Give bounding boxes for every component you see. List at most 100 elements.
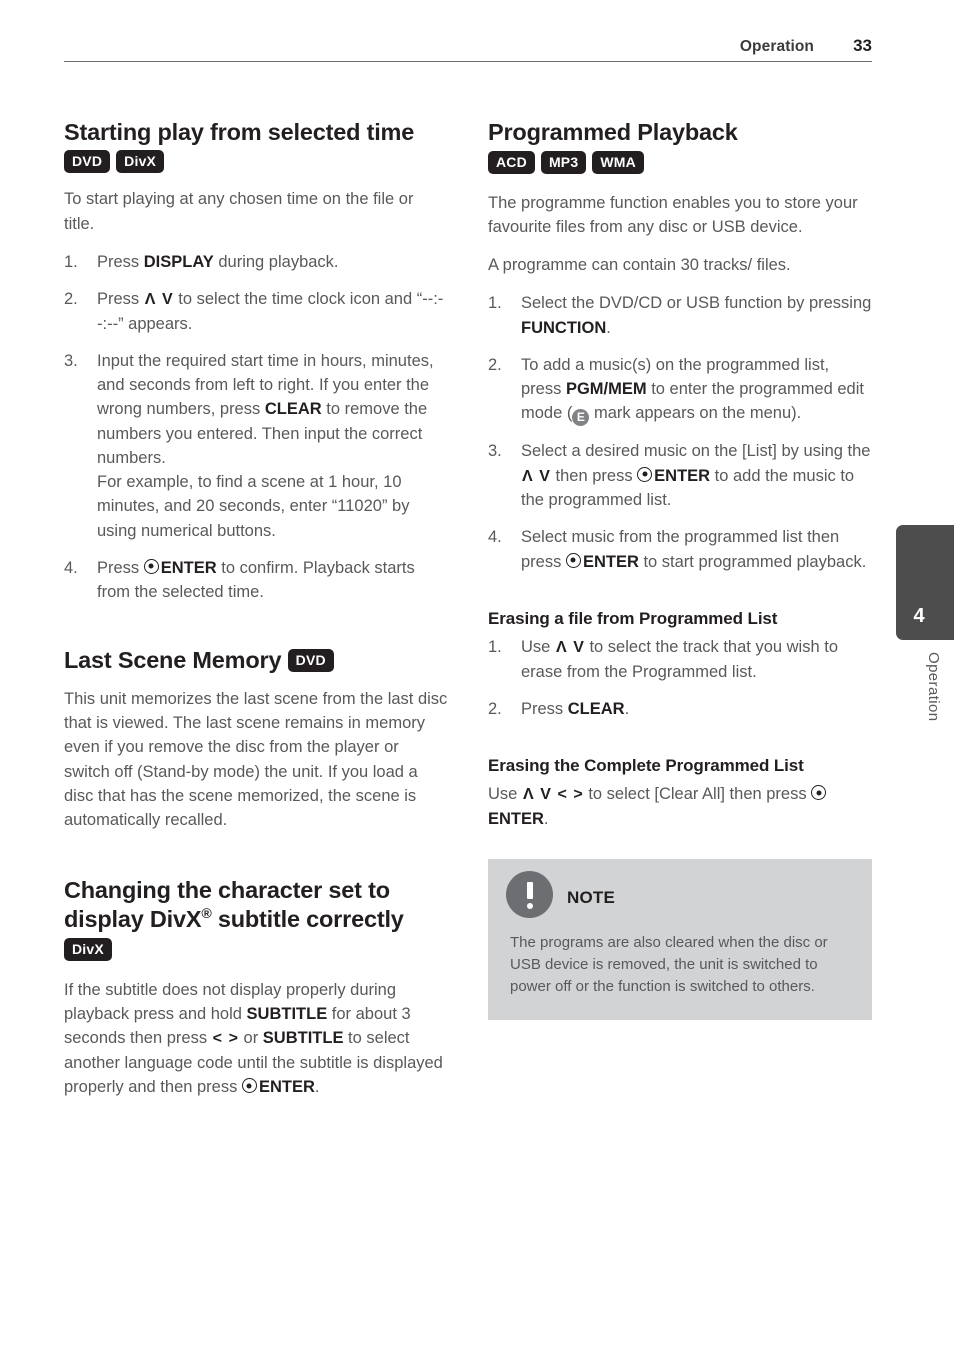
step-text-pre: Press xyxy=(97,558,144,577)
steps-programmed-playback: 1. Select the DVD/CD or USB function by p… xyxy=(488,291,872,574)
arrow-down-icon: V xyxy=(162,291,173,309)
step-item: 1. Press DISPLAY during playback. xyxy=(64,250,448,274)
page-header: Operation 33 xyxy=(64,36,872,62)
media-badge-divx: DivX xyxy=(116,149,165,173)
heading-programmed-playback: Programmed Playback xyxy=(488,118,872,147)
step-number: 4. xyxy=(64,558,78,577)
body-bold-subtitle-2: SUBTITLE xyxy=(262,1029,344,1048)
step-bold-enter: ENTER xyxy=(582,552,639,571)
content-columns: Starting play from selected time DVD DivX… xyxy=(64,118,872,1113)
media-badge-divx: DivX xyxy=(64,937,112,961)
badge-row-programmed: ACD MP3 WMA xyxy=(488,150,872,175)
step-item: 1. Select the DVD/CD or USB function by p… xyxy=(488,291,872,340)
media-badge-dvd: DVD xyxy=(64,149,111,173)
header-section-label: Operation xyxy=(739,38,814,55)
left-column: Starting play from selected time DVD DivX… xyxy=(64,118,448,1113)
step-number: 2. xyxy=(64,290,78,309)
step-bold-display: DISPLAY xyxy=(143,252,214,271)
step-text-post: mark appears on the menu). xyxy=(589,404,802,423)
arrow-down-icon: V xyxy=(539,467,550,485)
heading-last-scene-memory: Last Scene Memory DVD xyxy=(64,646,448,675)
exclamation-dot xyxy=(526,903,533,910)
step-text-post: . xyxy=(606,318,611,337)
page-number: 33 xyxy=(853,36,872,55)
steps-erasing-file: 1. Use Λ V to select the track that you w… xyxy=(488,635,872,721)
arrow-down-icon: V xyxy=(540,786,551,804)
arrow-up-icon: Λ xyxy=(144,291,156,309)
exclamation-icon xyxy=(506,871,553,919)
body-last-scene-memory: This unit memorizes the last scene from … xyxy=(64,689,448,830)
step-text-pre: Press xyxy=(97,290,144,309)
enter-dot-icon xyxy=(143,558,159,574)
heading-erasing-complete: Erasing the Complete Programmed List xyxy=(488,756,804,776)
step-item: 4. Press ENTER to confirm. Playback start… xyxy=(64,556,448,605)
body-text-c: or xyxy=(238,1029,263,1048)
arrow-up-icon: Λ xyxy=(522,786,534,804)
steps-starting-play: 1. Press DISPLAY during playback. 2. Press… xyxy=(64,250,448,605)
media-badge-dvd: DVD xyxy=(287,649,334,673)
media-badge-wma: WMA xyxy=(592,150,644,174)
heading-character-set: Changing the character set to display Di… xyxy=(64,876,448,933)
step-item: 3. Input the required start time in hours… xyxy=(64,349,448,543)
heading-last-scene-memory-text: Last Scene Memory xyxy=(64,647,282,674)
step-item: 2. Press Λ V to select the time clock ico… xyxy=(64,287,448,336)
step-text-post: during playback. xyxy=(213,252,339,271)
body-text-a: Use xyxy=(488,785,522,804)
step-bold-enter: ENTER xyxy=(160,558,217,577)
step-number: 1. xyxy=(488,294,502,313)
body-bold-enter: ENTER xyxy=(488,809,544,828)
step-item: 4. Select music from the programmed list … xyxy=(488,525,872,574)
heading-programmed-playback-text: Programmed Playback xyxy=(488,119,738,145)
step-number: 4. xyxy=(488,528,502,547)
exclamation-bar xyxy=(526,882,533,900)
heading-starting-play: Starting play from selected time DVD DivX xyxy=(64,118,448,175)
step-number: 1. xyxy=(64,252,78,271)
step-item: 2. To add a music(s) on the programmed li… xyxy=(488,353,872,427)
step-text-pre: Press xyxy=(521,699,568,718)
chapter-number: 4 xyxy=(913,605,925,627)
body-character-set: If the subtitle does not display properl… xyxy=(64,978,448,1100)
body-text-b: to select [Clear All] then press xyxy=(583,785,812,804)
body-erasing-complete: Use Λ V < > to select [Clear All] then p… xyxy=(488,782,872,831)
step-bold-clear: CLEAR xyxy=(567,699,625,718)
step-bold-pgm-mem: PGM/MEM xyxy=(565,380,647,399)
step-number: 2. xyxy=(488,355,502,374)
arrow-right-icon: > xyxy=(573,786,583,804)
note-header: NOTE xyxy=(506,871,850,919)
arrow-down-icon: V xyxy=(573,639,584,657)
registered-mark: ® xyxy=(201,905,212,922)
arrow-left-icon: < xyxy=(212,1030,223,1048)
intro-starting-play: To start playing at any chosen time on t… xyxy=(64,190,414,233)
step-text-pre: Press xyxy=(97,252,144,271)
arrow-up-icon: Λ xyxy=(555,639,567,657)
heading-starting-play-text: Starting play from selected time xyxy=(64,119,415,145)
intro-programmed-playback-2: A programme can contain 30 tracks/ files… xyxy=(488,256,791,275)
body-text-e: . xyxy=(314,1078,320,1097)
media-badge-mp3: MP3 xyxy=(540,150,587,174)
step-text-pre: Use xyxy=(521,638,555,657)
step-text-pre: Select a desired music on the [List] by … xyxy=(521,442,871,461)
note-title: NOTE xyxy=(567,887,616,907)
step-bold-function: FUNCTION xyxy=(521,318,607,337)
note-box: NOTE The programs are also cleared when … xyxy=(488,859,872,1021)
step-text-pre: Select the DVD/CD or USB function by pre… xyxy=(521,294,872,313)
body-bold-subtitle-1: SUBTITLE xyxy=(246,1005,328,1024)
arrow-left-icon: < xyxy=(557,786,567,804)
step-text-post: . xyxy=(624,699,630,718)
intro-programmed-playback-1: The programme function enables you to st… xyxy=(488,193,858,236)
heading-character-set-text-2: subtitle correctly xyxy=(211,906,404,933)
step-item: 1. Use Λ V to select the track that you w… xyxy=(488,635,872,684)
step-text-mid: then press xyxy=(550,466,638,485)
step-bold-clear: CLEAR xyxy=(264,400,322,419)
body-bold-enter: ENTER xyxy=(258,1078,315,1097)
step-number: 1. xyxy=(488,638,502,657)
enter-dot-icon xyxy=(565,552,581,568)
enter-dot-icon xyxy=(637,466,653,482)
enter-dot-icon xyxy=(241,1078,257,1094)
chapter-tab: 4 xyxy=(896,525,954,640)
step-text-post: to start programmed playback. xyxy=(638,552,867,571)
media-badge-acd: ACD xyxy=(488,150,535,174)
step-bold-enter: ENTER xyxy=(654,466,711,485)
right-column: Programmed Playback ACD MP3 WMA The progra… xyxy=(488,118,872,1113)
step-text-post: to select the track that you wish to era… xyxy=(521,638,838,681)
